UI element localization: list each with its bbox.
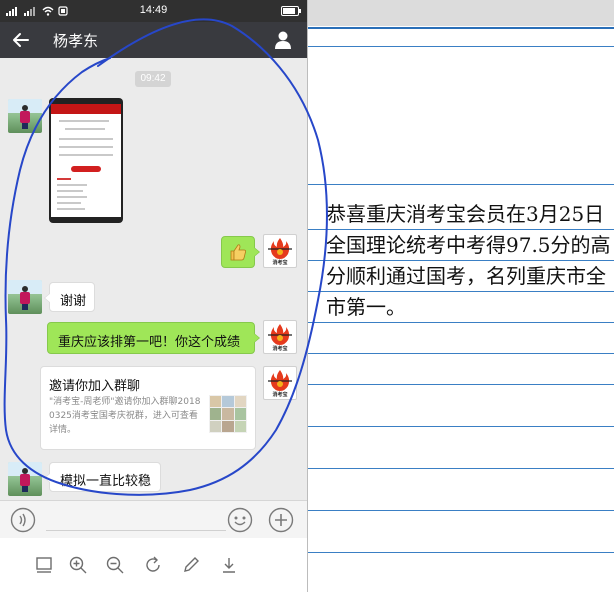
battery-icon [281,6,301,16]
image-viewer-toolbar [0,538,307,592]
my-avatar[interactable]: 消考宝 [263,320,297,354]
preview-line [57,208,85,210]
ruled-line [308,468,614,469]
message-bubble-last[interactable]: 模拟一直比较稳 [44,462,161,492]
screenshot-root: 14:49 杨孝东 09:42 消考宝 谢谢 重庆应该排第一吧！你这个成绩 消考… [0,0,614,592]
contact-info-icon[interactable] [273,30,293,50]
contact-avatar[interactable] [8,99,42,133]
avatar-person [20,105,30,129]
message-bubble-reply[interactable]: 重庆应该排第一吧！你这个成绩 [47,322,260,354]
ruled-line [308,46,614,47]
image-message-preview [51,104,121,217]
ruled-line [308,27,614,29]
emoji-icon[interactable] [227,507,253,533]
preview-line [65,128,105,130]
preview-button [71,166,101,172]
preview-line [57,196,87,198]
status-time: 14:49 [139,4,168,16]
contact-avatar[interactable] [8,280,42,314]
message-bubble-thanks[interactable]: 谢谢 [44,282,95,312]
note-top-band [308,0,614,26]
ruled-line [308,353,614,354]
status-bar: 14:49 [0,0,307,22]
fire-emblem-icon [268,324,292,345]
chat-input-bar [0,500,307,538]
contact-avatar[interactable] [8,462,42,496]
congratulation-text: 恭喜重庆消考宝会员在3月25日全国理论统考中考得97.5分的高分顺利通过国考，名… [326,202,611,319]
message-timestamp: 09:42 [135,71,171,87]
preview-line [57,184,87,186]
image-message[interactable] [49,98,123,223]
gallery-icon[interactable] [34,555,54,575]
preview-line [57,190,83,192]
sticker-message[interactable] [221,236,260,268]
preview-line [59,120,109,122]
zoom-in-icon[interactable] [68,555,88,575]
preview-line [59,138,113,140]
more-options-plus-icon[interactable] [268,507,294,533]
status-icons-right [281,4,301,18]
ruled-line [308,426,614,427]
chat-title: 杨孝东 [53,32,99,50]
fire-emblem-icon [268,370,292,391]
preview-line [57,202,81,204]
invite-description: "消考宝-周老师"邀请你加入群聊20180325消考宝国考庆祝群，进入可查看详情… [49,397,201,435]
fire-emblem-icon [268,238,292,259]
preview-header-bar [51,104,121,114]
rotate-icon[interactable] [143,555,163,575]
avatar-label: 消考宝 [272,260,288,266]
group-invite-card[interactable]: 邀请你加入群聊 "消考宝-周老师"邀请你加入群聊20180325消考宝国考庆祝群… [40,366,256,450]
edit-icon[interactable] [181,555,201,575]
back-arrow-icon[interactable] [12,31,30,49]
group-avatar-grid [209,395,247,433]
ruled-line [308,384,614,385]
message-input[interactable] [46,530,226,531]
ruled-note-page: 恭喜重庆消考宝会员在3月25日全国理论统考中考得97.5分的高分顺利通过国考，名… [307,0,614,592]
ruled-line [308,184,614,185]
chat-title-bar: 杨孝东 [0,22,307,58]
download-icon[interactable] [219,555,239,575]
preview-line [59,154,113,156]
phone-screen: 14:49 杨孝东 09:42 消考宝 谢谢 重庆应该排第一吧！你这个成绩 消考… [0,0,307,592]
my-avatar[interactable]: 消考宝 [263,366,297,400]
ruled-line [308,552,614,553]
voice-input-icon[interactable] [10,507,36,533]
my-avatar[interactable]: 消考宝 [263,234,297,268]
invite-title: 邀请你加入群聊 [49,379,141,394]
thumbs-up-icon [230,244,246,261]
preview-line [59,146,113,148]
preview-line [57,178,71,180]
ruled-line [308,510,614,511]
zoom-out-icon[interactable] [105,555,125,575]
